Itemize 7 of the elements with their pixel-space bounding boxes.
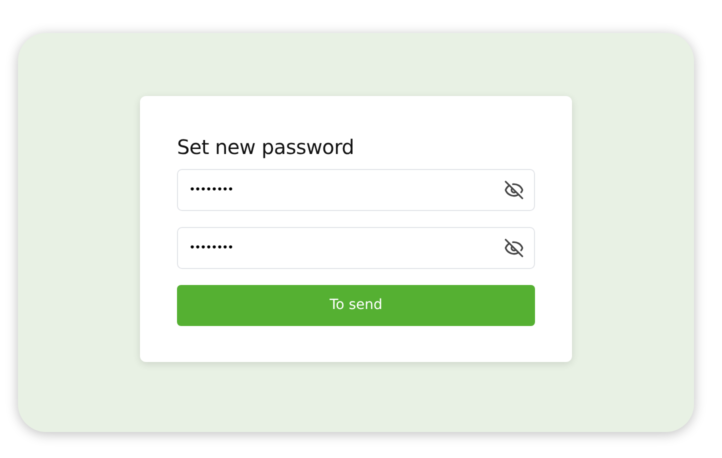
masked-password: •••••••• [189, 182, 234, 198]
eye-off-icon[interactable] [504, 238, 524, 258]
password-field[interactable]: •••••••• [177, 169, 535, 211]
password-field[interactable]: •••••••• [177, 227, 535, 269]
eye-off-icon[interactable] [504, 180, 524, 200]
form-title: Set new password [177, 134, 356, 160]
masked-password: •••••••• [189, 240, 234, 256]
